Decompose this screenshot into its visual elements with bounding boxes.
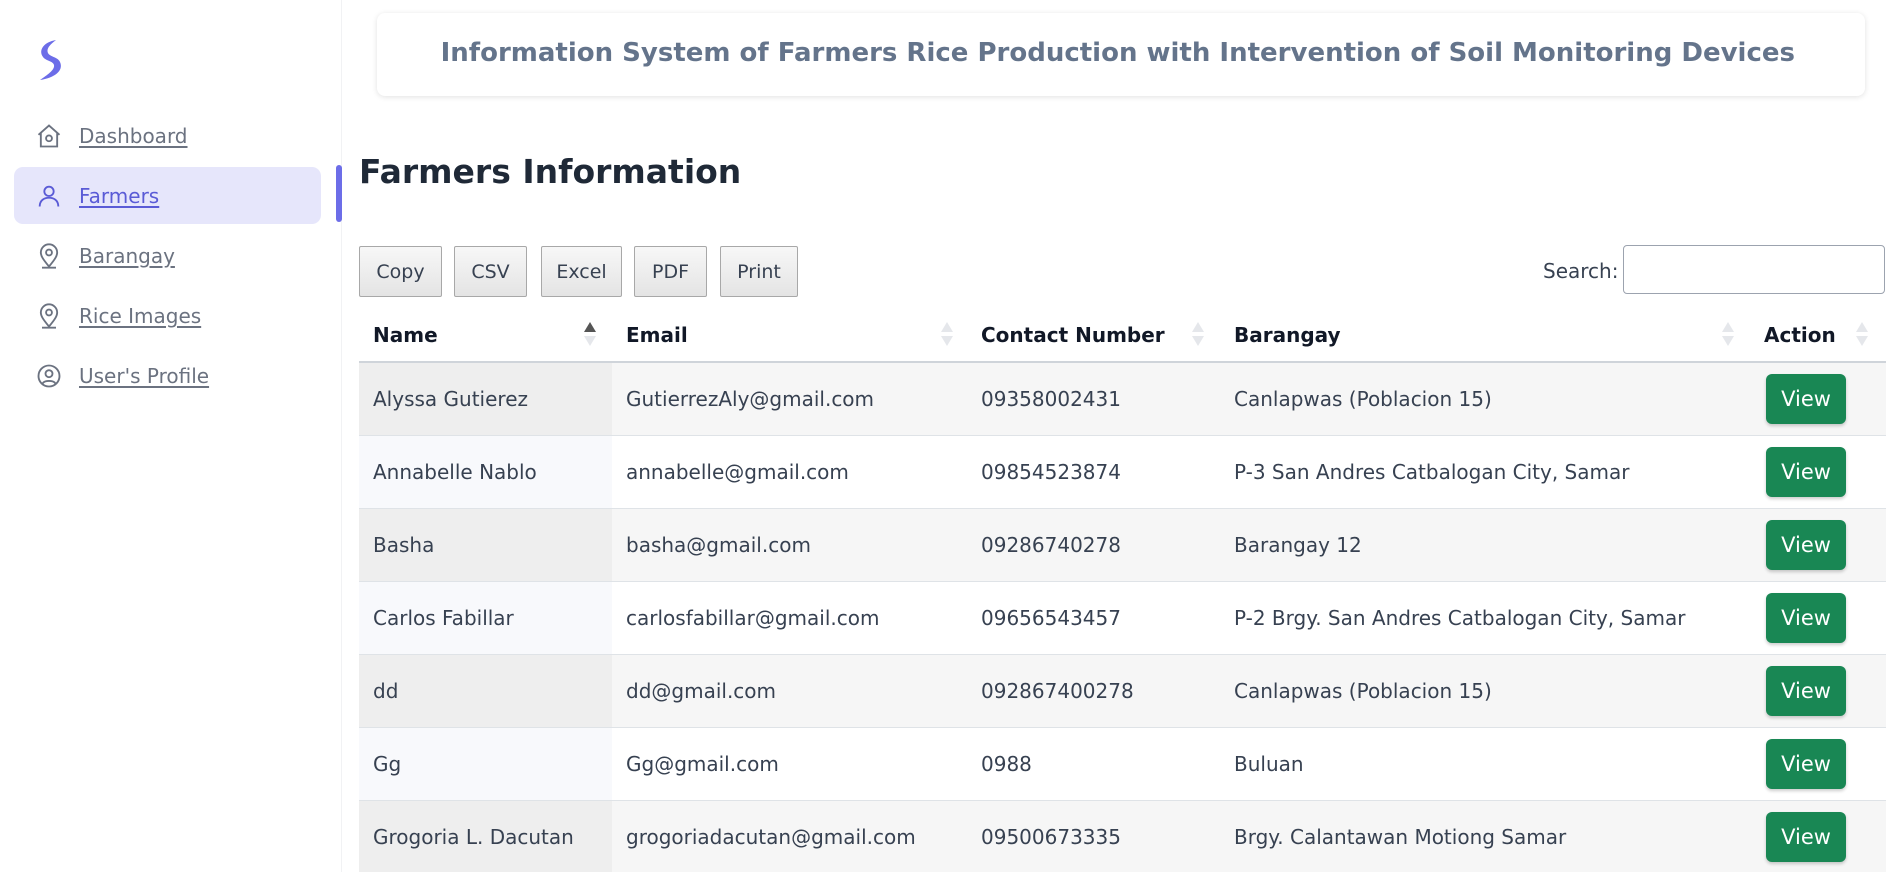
sidebar-item-users-profile[interactable]: User's Profile [14,347,321,404]
search-input[interactable] [1623,245,1885,294]
home-icon [35,122,63,150]
sort-icon[interactable] [940,320,954,348]
cell-name: Gg [373,752,402,776]
column-header-barangay[interactable]: Barangay [1234,306,1341,363]
search-label: Search: [1543,259,1619,283]
cell-barangay: P-3 San Andres Catbalogan City, Samar [1234,460,1630,484]
cell-contact-number: 092867400278 [981,679,1134,703]
map-pin-icon [35,302,63,330]
cell-name: Grogoria L. Dacutan [373,825,574,849]
cell-name: dd [373,679,399,703]
cell-name: Annabelle Nablo [373,460,537,484]
view-button[interactable]: View [1766,374,1846,424]
user-icon [35,182,63,210]
sidebar-item-label: Dashboard [79,123,188,148]
column-header-action[interactable]: Action [1764,306,1836,363]
sidebar-item-label: Rice Images [79,303,202,328]
view-button[interactable]: View [1766,739,1846,789]
view-button[interactable]: View [1766,447,1846,497]
column-header-email[interactable]: Email [626,306,688,363]
cell-barangay: Buluan [1234,752,1304,776]
page-title: Farmers Information [359,152,742,191]
app-header: Information System of Farmers Rice Produ… [377,13,1865,96]
sort-ascending-icon[interactable] [583,320,597,348]
copy-button[interactable]: Copy [359,246,442,297]
map-pin-icon [35,242,63,270]
view-button[interactable]: View [1766,593,1846,643]
sidebar-item-rice-images[interactable]: Rice Images [14,287,321,344]
cell-barangay: Canlapwas (Poblacion 15) [1234,387,1492,411]
cell-barangay: Brgy. Calantawan Motiong Samar [1234,825,1567,849]
sidebar-item-label: Farmers [79,183,160,208]
pdf-button[interactable]: PDF [634,246,707,297]
active-indicator [336,165,342,222]
cell-barangay: Barangay 12 [1234,533,1362,557]
cell-contact-number: 09854523874 [981,460,1121,484]
table-row: Alyssa Gutierez GutierrezAly@gmail.com 0… [359,363,1886,436]
sidebar-item-farmers[interactable]: Farmers [14,167,321,224]
table-row: Basha basha@gmail.com 09286740278 Barang… [359,509,1886,582]
user-circle-icon [35,362,63,390]
cell-name: Carlos Fabillar [373,606,514,630]
view-button[interactable]: View [1766,812,1846,862]
table-row: Carlos Fabillar carlosfabillar@gmail.com… [359,582,1886,655]
farmers-table: Name Email Contact Number Barangay Actio… [359,306,1886,872]
csv-button[interactable]: CSV [454,246,527,297]
sidebar-nav: Dashboard Farmers Barangay Rice Images U… [14,107,342,407]
table-row: Annabelle Nablo annabelle@gmail.com 0985… [359,436,1886,509]
cell-contact-number: 09286740278 [981,533,1121,557]
cell-email: carlosfabillar@gmail.com [626,606,880,630]
cell-contact-number: 09500673335 [981,825,1121,849]
table-row: Gg Gg@gmail.com 0988 Buluan View [359,728,1886,801]
column-header-name[interactable]: Name [373,306,438,363]
sidebar-item-label: User's Profile [79,363,210,388]
sort-icon[interactable] [1191,320,1205,348]
sort-icon[interactable] [1855,320,1869,348]
cell-email: grogoriadacutan@gmail.com [626,825,916,849]
cell-name: Basha [373,533,435,557]
table-row: Grogoria L. Dacutan grogoriadacutan@gmai… [359,801,1886,872]
cell-barangay: Canlapwas (Poblacion 15) [1234,679,1492,703]
view-button[interactable]: View [1766,520,1846,570]
column-header-contact-number[interactable]: Contact Number [981,306,1165,363]
cell-contact-number: 09656543457 [981,606,1121,630]
cell-contact-number: 09358002431 [981,387,1121,411]
app-title: Information System of Farmers Rice Produ… [440,38,1795,68]
sort-icon[interactable] [1721,320,1735,348]
cell-barangay: P-2 Brgy. San Andres Catbalogan City, Sa… [1234,606,1686,630]
table-row: dd dd@gmail.com 092867400278 Canlapwas (… [359,655,1886,728]
sidebar: Dashboard Farmers Barangay Rice Images U… [0,0,342,872]
sidebar-item-barangay[interactable]: Barangay [14,227,321,284]
cell-email: basha@gmail.com [626,533,811,557]
cell-email: Gg@gmail.com [626,752,779,776]
view-button[interactable]: View [1766,666,1846,716]
cell-email: GutierrezAly@gmail.com [626,387,875,411]
sidebar-item-dashboard[interactable]: Dashboard [14,107,321,164]
print-button[interactable]: Print [720,246,798,297]
app-logo-icon[interactable] [34,38,66,82]
cell-contact-number: 0988 [981,752,1032,776]
cell-email: dd@gmail.com [626,679,777,703]
cell-name: Alyssa Gutierez [373,387,528,411]
sidebar-item-label: Barangay [79,243,175,268]
table-header: Name Email Contact Number Barangay Actio… [359,306,1886,363]
excel-button[interactable]: Excel [541,246,622,297]
cell-email: annabelle@gmail.com [626,460,849,484]
